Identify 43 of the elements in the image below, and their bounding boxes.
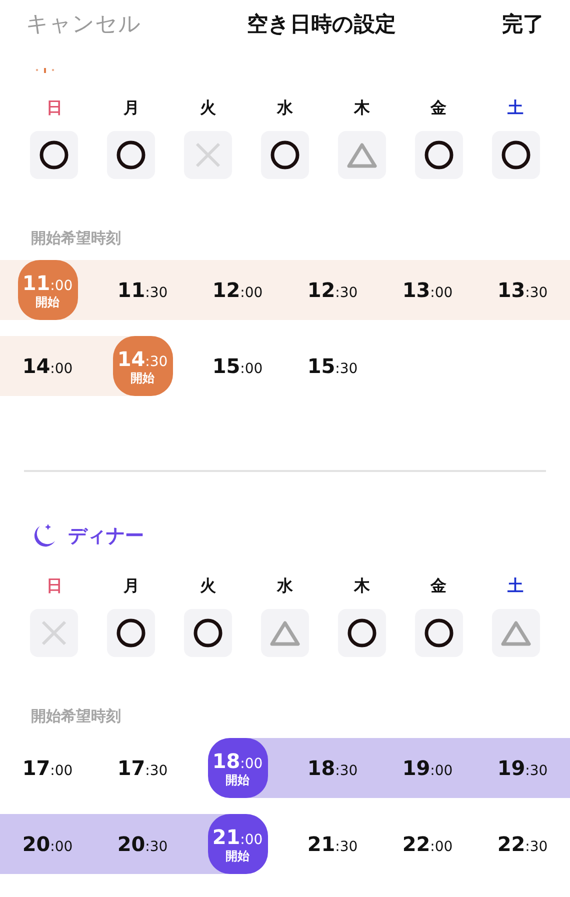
weekday-label: 日 bbox=[46, 98, 62, 119]
weekday-label: 木 bbox=[354, 576, 370, 597]
weekday-label: 火 bbox=[200, 98, 216, 119]
weekday-label: 土 bbox=[508, 576, 524, 597]
availability-toggle[interactable] bbox=[338, 609, 386, 657]
screen-title: 空き日時の設定 bbox=[247, 11, 396, 38]
weekday-label: 月 bbox=[123, 98, 140, 119]
weekday-label: 火 bbox=[200, 576, 216, 597]
weekday-label: 土 bbox=[508, 98, 524, 119]
weekday-label: 水 bbox=[277, 98, 293, 119]
weekday-label: 日 bbox=[46, 576, 62, 597]
weekday-label: 月 bbox=[123, 576, 140, 597]
time-option[interactable]: 22:00 bbox=[402, 832, 453, 856]
time-option[interactable]: 17:30 bbox=[117, 756, 168, 780]
availability-toggle[interactable] bbox=[30, 609, 78, 657]
weekday-label: 木 bbox=[354, 98, 370, 119]
availability-toggle[interactable] bbox=[492, 609, 540, 657]
sun-icon bbox=[34, 68, 56, 74]
section-title: ディナー bbox=[68, 524, 144, 549]
availability-toggle[interactable] bbox=[261, 131, 309, 179]
start-time-label: 開始希望時刻 bbox=[31, 229, 122, 248]
availability-toggle[interactable] bbox=[184, 131, 232, 179]
time-option[interactable]: 15:30 bbox=[307, 354, 358, 378]
availability-toggle[interactable] bbox=[184, 609, 232, 657]
weekday-label: 金 bbox=[430, 576, 447, 597]
weekday-label: 金 bbox=[430, 98, 447, 119]
availability-toggle[interactable] bbox=[414, 609, 463, 657]
availability-toggle[interactable] bbox=[261, 609, 309, 657]
weekday-label: 水 bbox=[277, 576, 293, 597]
time-option[interactable]: 15:00 bbox=[212, 354, 263, 378]
availability-toggle[interactable] bbox=[414, 131, 463, 179]
time-option[interactable]: 22:30 bbox=[497, 832, 548, 856]
start-time-button[interactable]: 21:00 開始 bbox=[208, 814, 268, 874]
availability-toggle[interactable] bbox=[30, 131, 78, 179]
availability-toggle[interactable] bbox=[338, 131, 386, 179]
availability-toggle[interactable] bbox=[492, 131, 540, 179]
time-option[interactable]: 17:00 bbox=[22, 756, 73, 780]
done-button[interactable]: 完了 bbox=[502, 10, 544, 38]
start-time-button[interactable]: 18:00 開始 bbox=[208, 738, 268, 798]
time-option[interactable]: 21:30 bbox=[307, 832, 358, 856]
availability-toggle[interactable] bbox=[107, 131, 156, 179]
availability-toggle[interactable] bbox=[107, 609, 156, 657]
start-time-label: 開始希望時刻 bbox=[31, 707, 122, 726]
